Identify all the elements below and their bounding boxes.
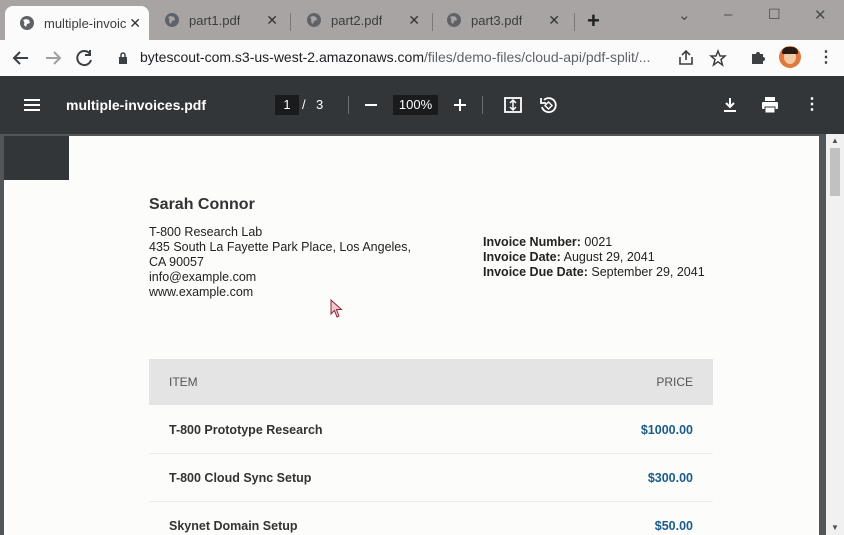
sidebar-collapsed-panel — [4, 136, 69, 180]
url-host: bytescout-com.s3-us-west-2.amazonaws.com — [140, 49, 424, 65]
tab-search-chevron-icon[interactable]: ⌄ — [678, 6, 691, 24]
table-row: T-800 Prototype Research $1000.00 — [149, 406, 713, 454]
scroll-up-arrow-icon[interactable]: ▲ — [831, 136, 839, 145]
meta-value: September 29, 2041 — [591, 265, 705, 279]
scroll-down-arrow-icon[interactable]: ▼ — [831, 523, 839, 532]
tab-multiple-invoices[interactable]: multiple-invoic ✕ — [5, 6, 149, 40]
globe-icon — [165, 13, 179, 27]
reload-icon[interactable] — [74, 48, 96, 68]
seller-website: www.example.com — [149, 285, 254, 299]
new-tab-plus-icon[interactable]: + — [587, 8, 600, 34]
item-name: T-800 Prototype Research — [169, 423, 323, 437]
scrollbar-thumb[interactable] — [830, 148, 840, 196]
bookmark-star-icon[interactable] — [709, 49, 727, 67]
meta-label: Invoice Number: — [483, 235, 581, 249]
column-header-item: ITEM — [169, 375, 198, 389]
meta-value: August 29, 2041 — [563, 250, 655, 264]
maximize-icon[interactable]: ☐ — [768, 6, 781, 23]
meta-label: Invoice Date: — [483, 250, 561, 264]
table-row: Skynet Domain Setup $50.00 — [149, 502, 713, 535]
close-window-icon[interactable]: ✕ — [814, 6, 827, 24]
print-icon[interactable] — [760, 95, 780, 115]
zoom-out-minus-icon[interactable] — [361, 95, 381, 115]
item-name: T-800 Cloud Sync Setup — [169, 471, 312, 485]
tab-title: part2.pdf — [331, 12, 383, 28]
globe-icon — [20, 16, 34, 30]
tab-close-icon[interactable]: ✕ — [266, 12, 278, 29]
tab-close-icon[interactable]: ✕ — [408, 12, 420, 29]
column-header-price: PRICE — [656, 375, 693, 389]
tab-close-icon[interactable]: ✕ — [129, 15, 141, 32]
tab-close-icon[interactable]: ✕ — [548, 12, 560, 29]
tab-part1[interactable]: part1.pdf ✕ — [150, 0, 290, 40]
download-icon[interactable] — [720, 95, 740, 115]
invoice-due-date: Invoice Due Date: September 29, 2041 — [483, 265, 705, 279]
mouse-pointer-icon — [330, 299, 343, 318]
avatar[interactable] — [779, 46, 801, 68]
tab-strip: multiple-invoic ✕ part1.pdf ✕ part2.pdf … — [0, 0, 844, 40]
fit-to-page-icon[interactable] — [503, 95, 523, 115]
item-price: $1000.00 — [640, 423, 693, 437]
meta-value: 0021 — [584, 235, 613, 249]
pdf-page: Sarah Connor T-800 Research Lab 435 Sout… — [4, 136, 819, 535]
minimize-icon[interactable]: – — [724, 6, 732, 23]
seller-address-line: 435 South La Fayette Park Place, Los Ang… — [149, 240, 411, 254]
items-table-header: ITEM PRICE — [149, 359, 713, 405]
page-separator: / — [302, 97, 306, 112]
tab-part2[interactable]: part2.pdf ✕ — [292, 0, 432, 40]
chrome-menu-kebab-icon[interactable]: ⋮ — [818, 49, 836, 67]
seller-address-line: CA 90057 — [149, 255, 204, 269]
item-price: $300.00 — [647, 471, 693, 485]
invoice-date: Invoice Date: August 29, 2041 — [483, 250, 655, 264]
toolbar-divider — [348, 96, 349, 114]
page-number-input[interactable]: 1 — [275, 95, 299, 115]
tab-title: multiple-invoic — [44, 15, 127, 31]
globe-icon — [447, 13, 461, 27]
url-path: /files/demo-files/cloud-api/pdf-split/..… — [424, 49, 651, 65]
seller-name: Sarah Connor — [149, 196, 255, 213]
invoice-content: Sarah Connor T-800 Research Lab 435 Sout… — [69, 136, 819, 535]
zoom-level-input[interactable]: 100% — [393, 95, 438, 115]
pdf-viewer-area[interactable]: Sarah Connor T-800 Research Lab 435 Sout… — [0, 134, 844, 535]
pdf-more-kebab-icon[interactable]: ⋮ — [804, 95, 824, 115]
meta-label: Invoice Due Date: — [483, 265, 588, 279]
pdf-file-title: multiple-invoices.pdf — [66, 97, 207, 113]
tab-part3[interactable]: part3.pdf ✕ — [432, 0, 572, 40]
browser-toolbar: bytescout-com.s3-us-west-2.amazonaws.com… — [0, 40, 844, 76]
address-bar[interactable]: bytescout-com.s3-us-west-2.amazonaws.com… — [140, 49, 650, 65]
table-row: T-800 Cloud Sync Setup $300.00 — [149, 454, 713, 502]
seller-address-line: T-800 Research Lab — [149, 225, 263, 239]
tab-title: part1.pdf — [189, 12, 241, 28]
seller-email: info@example.com — [149, 270, 257, 284]
share-icon[interactable] — [677, 49, 695, 67]
forward-arrow-icon[interactable] — [42, 48, 64, 68]
invoice-number: Invoice Number: 0021 — [483, 235, 612, 249]
lock-icon[interactable] — [118, 52, 128, 64]
back-arrow-icon[interactable] — [10, 48, 32, 68]
pdf-toolbar: multiple-invoices.pdf 1 / 3 100% ⋮ — [0, 76, 844, 134]
hamburger-menu-icon[interactable] — [22, 95, 42, 115]
item-price: $50.00 — [654, 519, 693, 533]
extensions-puzzle-icon[interactable] — [749, 49, 767, 67]
page-total: 3 — [316, 97, 324, 112]
item-name: Skynet Domain Setup — [169, 519, 298, 533]
vertical-scrollbar[interactable]: ▲ ▼ — [826, 134, 844, 535]
globe-icon — [307, 13, 321, 27]
tab-title: part3.pdf — [471, 12, 523, 28]
tab-divider — [290, 13, 291, 31]
tab-divider — [574, 13, 575, 31]
zoom-in-plus-icon[interactable] — [450, 95, 470, 115]
toolbar-divider — [482, 96, 483, 114]
rotate-icon[interactable] — [538, 95, 558, 115]
